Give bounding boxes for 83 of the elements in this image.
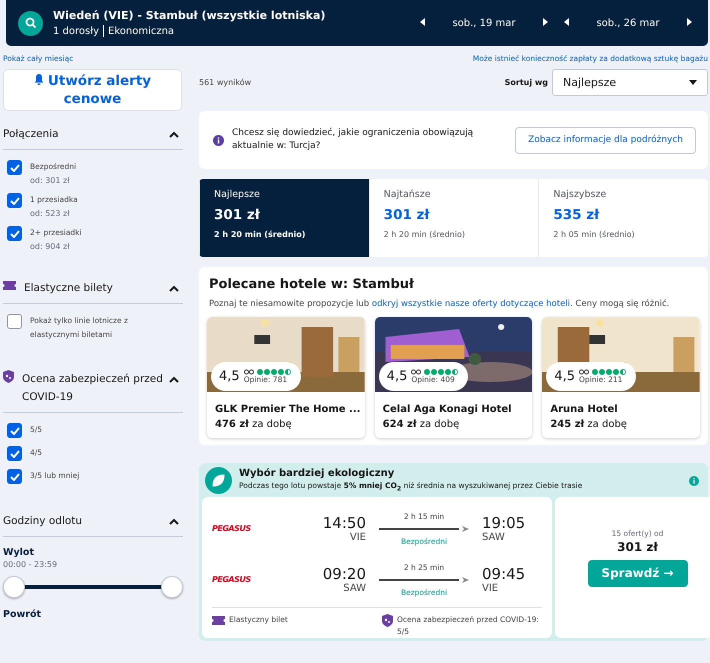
filter-heading: Elastyczne bilety [24, 281, 114, 296]
flight-line-icon [379, 576, 469, 584]
checkbox[interactable] [7, 446, 22, 461]
date-label[interactable]: sob., 26 mar [596, 18, 660, 28]
arrival-time: 19:05 [482, 514, 526, 532]
hotel-price: 476 zł za dobę [215, 419, 293, 430]
airline-logo: PEGASUS [212, 524, 252, 533]
sort-select[interactable]: Najlepsze [552, 69, 708, 96]
owl-icon [244, 369, 254, 375]
option-price: od: 301 zł [30, 176, 70, 185]
hotel-name: Aruna Hotel [550, 404, 619, 415]
hotels-intro: Poznaj te niesamowite propozycje lub odkryj wszystkie nasze oferty dotyczące hoteli. Ceny mogą się różnić. [209, 298, 670, 311]
check-icon [10, 450, 20, 458]
flight-price: 301 zł [617, 540, 658, 554]
cabin-class: Ekonomiczna [108, 26, 174, 36]
check-icon [10, 196, 20, 204]
eco-title: Wybór bardziej ekologiczny [239, 468, 396, 480]
departure-time: 09:20 [322, 565, 366, 583]
checkbox[interactable] [7, 469, 22, 484]
check-icon [10, 230, 20, 238]
hotels-title: Polecane hotele w: Stambuł [209, 277, 415, 292]
owl-icon [411, 369, 422, 375]
search-button[interactable] [18, 10, 43, 36]
airport-code: VIE [482, 583, 498, 594]
filter-heading: Ocena zabezpieczeń przed COVID-19 [22, 372, 164, 405]
sort-tab[interactable]: Najszybsze 535 zł 2 h 05 min (średnio) [538, 179, 708, 257]
checkbox[interactable] [7, 160, 22, 175]
hotel-name: GLK Premier The Home ... [215, 404, 357, 415]
checkbox[interactable] [7, 226, 22, 241]
time-label: Powrót [3, 609, 42, 620]
flight-line-icon [379, 524, 469, 532]
time-label: Wylot [3, 547, 35, 558]
airport-code: VIE [350, 532, 366, 543]
sort-tab[interactable]: Najlepsze 301 zł 2 h 20 min (średnio) [199, 179, 369, 257]
chevron-up-icon[interactable] [169, 518, 179, 525]
dropdown-icon [689, 80, 697, 85]
checkbox[interactable] [7, 314, 22, 329]
airport-code: SAW [343, 583, 366, 594]
departure-time: 14:50 [322, 514, 366, 532]
chevron-up-icon[interactable] [169, 131, 179, 138]
route-title: Wiedeń (VIE) - Stambuł (wszystkie lotniska) [53, 9, 326, 22]
traveller-info-button[interactable]: Zobacz informacje dla podróżnych [515, 126, 696, 154]
chevron-up-icon[interactable] [169, 376, 179, 383]
leaf-icon [205, 467, 232, 494]
check-icon [10, 426, 20, 434]
option-price: od: 904 zł [30, 242, 70, 251]
ticket-icon [3, 281, 16, 290]
info-icon[interactable] [689, 476, 699, 486]
hotel-price: 245 zł za dobę [550, 419, 628, 430]
hotel-price: 624 zł za dobę [382, 419, 460, 430]
shield-icon [382, 614, 393, 627]
arrival-time: 09:45 [482, 565, 526, 583]
hotel-name: Celal Aga Konagi Hotel [382, 404, 513, 415]
search-icon [24, 17, 36, 29]
rating-score: 4,5 [554, 369, 576, 384]
option-price: od: 523 zł [30, 209, 70, 218]
results-count: 561 wyników [199, 78, 252, 87]
info-icon [213, 134, 224, 146]
airport-code: SAW [482, 532, 505, 543]
date-label[interactable]: sob., 19 mar [452, 18, 516, 28]
passengers: 1 dorosły [53, 26, 99, 36]
time-range: 00:00 - 23:59 [3, 560, 58, 569]
rating-score: 4,5 [386, 369, 408, 384]
rating-score: 4,5 [219, 369, 240, 384]
bell-icon [34, 74, 44, 85]
check-icon [10, 472, 20, 480]
airline-logo: PEGASUS [212, 575, 252, 584]
slider-thumb[interactable] [161, 576, 183, 598]
checkbox[interactable] [7, 423, 22, 438]
shield-icon [3, 370, 14, 383]
checkbox[interactable] [7, 193, 22, 208]
time-slider[interactable] [3, 575, 183, 599]
hotels-link[interactable]: odkryj wszystkie nasze oferty dotyczące hoteli [372, 299, 570, 309]
notice-text: Chcesz się dowiedzieć, jakie ograniczenia obowiązują aktualnie w: Turcja? [232, 127, 474, 153]
ticket-icon [212, 616, 225, 625]
sort-label: Sortuj wg [504, 78, 548, 87]
price-alert-button[interactable]: Utwórz alerty cenowe [3, 69, 182, 111]
chevron-up-icon[interactable] [169, 285, 179, 292]
owl-icon [579, 369, 590, 375]
filter-heading: Połączenia [3, 127, 60, 142]
filter-heading: Godziny odlotu [3, 514, 84, 529]
check-icon [10, 164, 20, 172]
slider-thumb[interactable] [3, 576, 25, 598]
